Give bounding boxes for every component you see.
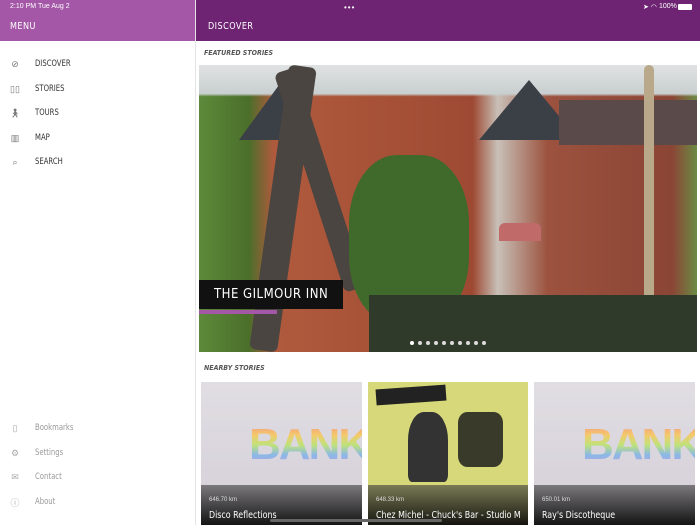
carousel-dot[interactable]: [482, 341, 486, 345]
sidebar-item-search[interactable]: ⌕ SEARCH: [0, 152, 196, 172]
story-distance: 646.70 km: [209, 497, 238, 503]
status-time: 2:10 PM: [10, 3, 37, 10]
featured-story-title[interactable]: THE GILMOUR INN: [199, 280, 344, 309]
story-image: BANK: [582, 420, 695, 470]
horizontal-scrollbar[interactable]: [270, 519, 442, 522]
featured-stories-label: FEATURED STORIES: [204, 49, 274, 57]
story-card[interactable]: BANK 646.70 km Disco Reflections: [201, 382, 362, 525]
sidebar-item-tours[interactable]: 🚶︎ TOURS: [0, 103, 196, 123]
carousel-dot[interactable]: [474, 341, 478, 345]
sidebar-item-stories[interactable]: ▯▯ STORIES: [0, 79, 196, 99]
map-icon: ▥: [10, 132, 20, 143]
status-date: Tue Aug 2: [38, 3, 70, 10]
story-title: Ray's Discotheque: [542, 510, 616, 521]
more-dots-icon[interactable]: •••: [344, 3, 355, 12]
story-card[interactable]: BANK 650.01 km Ray's Discotheque: [534, 382, 695, 525]
story-image: BANK: [249, 420, 362, 470]
carousel-dot[interactable]: [426, 341, 430, 345]
page-title: DISCOVER: [208, 21, 254, 32]
sidebar-item-about[interactable]: ⓘ About: [0, 492, 196, 512]
featured-progress-bar: [199, 310, 277, 314]
bookmark-icon: ▯: [12, 422, 18, 433]
story-distance: 650.01 km: [542, 497, 571, 503]
sidebar-header: 2:10 PM Tue Aug 2 MENU: [0, 0, 195, 41]
main-header: ••• ➤ ◠ 100% DISCOVER: [196, 0, 700, 41]
story-card[interactable]: 648.33 km Chez Michel - Chuck's Bar - St…: [368, 382, 528, 525]
sidebar-item-map[interactable]: ▥ MAP: [0, 128, 196, 148]
carousel-dot[interactable]: [450, 341, 454, 345]
story-image: [375, 384, 447, 406]
mail-icon: ✉: [11, 471, 19, 482]
carousel-dot[interactable]: [466, 341, 470, 345]
story-distance: 648.33 km: [376, 497, 405, 503]
carousel-dot[interactable]: [442, 341, 446, 345]
search-icon: ⌕: [12, 156, 18, 167]
carousel-dot[interactable]: [458, 341, 462, 345]
info-icon: ⓘ: [10, 497, 20, 508]
book-icon: ▯▯: [10, 83, 20, 94]
battery-icon: [678, 4, 692, 10]
sidebar: 2:10 PM Tue Aug 2 MENU ⊘ DISCOVER ▯▯ STORI…: [0, 0, 196, 525]
carousel-dot[interactable]: [434, 341, 438, 345]
location-wifi-icon: ➤ ◠: [643, 4, 657, 11]
carousel-page-dots[interactable]: [199, 341, 697, 345]
gear-icon: ⚙: [10, 447, 20, 458]
sidebar-item-settings[interactable]: ⚙ Settings: [0, 443, 196, 463]
carousel-dot[interactable]: [418, 341, 422, 345]
sidebar-item-bookmarks[interactable]: ▯ Bookmarks: [0, 418, 196, 438]
battery-level: 100%: [659, 3, 677, 10]
nearby-stories-label: NEARBY STORIES: [204, 364, 265, 372]
menu-title: MENU: [10, 21, 36, 32]
featured-story-carousel[interactable]: THE GILMOUR INN: [199, 65, 697, 352]
sidebar-item-contact[interactable]: ✉ Contact: [0, 467, 196, 487]
carousel-dot[interactable]: [410, 341, 414, 345]
compass-icon: ⊘: [11, 58, 19, 69]
sidebar-item-discover[interactable]: ⊘ DISCOVER: [0, 54, 196, 74]
walk-icon: 🚶︎: [9, 107, 21, 118]
story-title: Disco Reflections: [209, 510, 277, 521]
